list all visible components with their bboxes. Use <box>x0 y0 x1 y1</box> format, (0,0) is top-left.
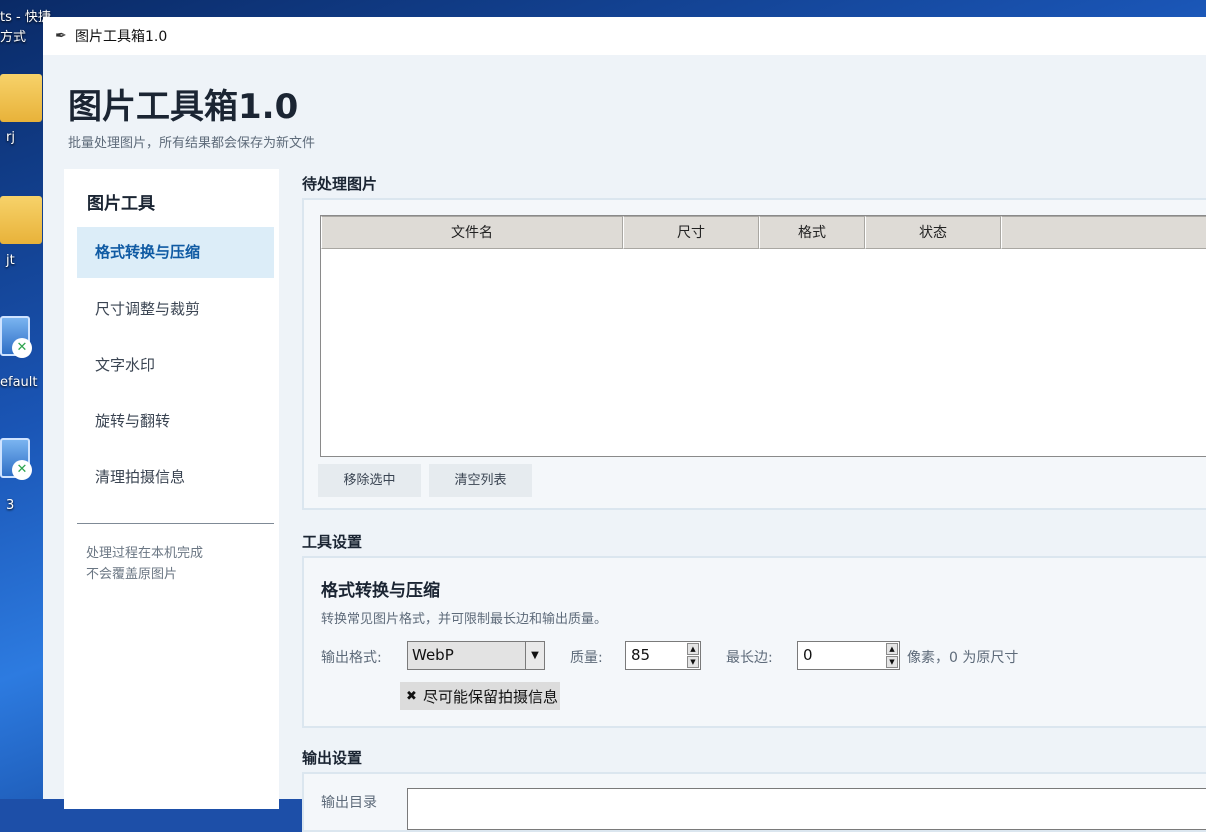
window-title: 图片工具箱1.0 <box>75 29 168 45</box>
sidebar-note: 处理过程在本机完成 不会覆盖原图片 <box>86 543 203 585</box>
quality-stepper[interactable]: 85 ▲ ▼ <box>625 641 701 670</box>
sidebar-divider <box>77 523 274 524</box>
tool-title: 格式转换与压缩 <box>321 581 440 601</box>
sidebar-note-line: 处理过程在本机完成 <box>86 546 204 561</box>
max-edge-stepper-buttons: ▲ ▼ <box>886 643 898 668</box>
sidebar-item-format-convert[interactable]: 格式转换与压缩 <box>77 227 274 278</box>
pending-section-label: 待处理图片 <box>302 175 378 193</box>
folder-icon[interactable] <box>0 74 42 122</box>
page-title: 图片工具箱1.0 <box>68 87 299 127</box>
app-content: 图片工具箱1.0 批量处理图片，所有结果都会保存为新文件 图片工具 格式转换与压… <box>43 55 1206 832</box>
sidebar-note-line: 不会覆盖原图片 <box>86 567 178 582</box>
increment-icon[interactable]: ▲ <box>886 643 898 655</box>
keep-exif-checkbox[interactable]: ✖ 尽可能保留拍摄信息 <box>400 682 560 710</box>
column-header-size[interactable]: 尺寸 <box>623 216 759 249</box>
output-dir-input[interactable] <box>407 788 1206 830</box>
increment-icon[interactable]: ▲ <box>687 643 699 655</box>
remote-badge-icon: ✕ <box>12 460 32 480</box>
sidebar-item-clear-exif[interactable]: 清理拍摄信息 <box>77 452 274 503</box>
desktop-icon-label: efault <box>0 375 38 390</box>
max-edge-stepper[interactable]: 0 ▲ ▼ <box>797 641 900 670</box>
remote-badge-icon: ✕ <box>12 338 32 358</box>
output-settings-section-label: 输出设置 <box>302 749 363 767</box>
remove-selected-button[interactable]: 移除选中 <box>318 464 421 497</box>
decrement-icon[interactable]: ▼ <box>886 656 898 668</box>
chevron-down-icon[interactable]: ▼ <box>525 642 544 669</box>
quality-value: 85 <box>631 646 651 664</box>
title-bar[interactable]: ✒ 图片工具箱1.0 <box>43 17 1206 55</box>
tool-description: 转换常见图片格式，并可限制最长边和输出质量。 <box>321 612 608 627</box>
output-dir-label: 输出目录 <box>321 795 377 811</box>
decrement-icon[interactable]: ▼ <box>687 656 699 668</box>
table-header: 文件名 尺寸 格式 状态 <box>321 216 1206 249</box>
column-header-status[interactable]: 状态 <box>865 216 1001 249</box>
desktop-icon-label: jt <box>6 253 15 268</box>
column-header-filename[interactable]: 文件名 <box>321 216 623 249</box>
max-edge-value: 0 <box>803 646 813 664</box>
remote-desktop-icon[interactable]: ✕ <box>0 316 32 358</box>
quality-label: 质量: <box>570 650 603 666</box>
format-label: 输出格式: <box>321 650 382 666</box>
sidebar: 图片工具 格式转换与压缩 尺寸调整与裁剪 文字水印 旋转与翻转 清理拍摄信息 处… <box>64 169 279 809</box>
output-settings-card: 输出目录 <box>302 772 1206 832</box>
desktop-shortcut-label-2: 方式 <box>0 30 27 45</box>
sidebar-item-text-watermark[interactable]: 文字水印 <box>77 340 274 391</box>
column-header-format[interactable]: 格式 <box>759 216 865 249</box>
format-select[interactable]: WebP ▼ <box>407 641 545 670</box>
page-subtitle: 批量处理图片，所有结果都会保存为新文件 <box>68 136 316 151</box>
sidebar-item-resize-crop[interactable]: 尺寸调整与裁剪 <box>77 284 274 335</box>
sidebar-item-rotate-flip[interactable]: 旋转与翻转 <box>77 396 274 447</box>
folder-icon[interactable] <box>0 196 42 244</box>
file-table[interactable]: 文件名 尺寸 格式 状态 <box>320 215 1206 457</box>
column-header-extra[interactable] <box>1001 216 1206 249</box>
tool-settings-card: 格式转换与压缩 转换常见图片格式，并可限制最长边和输出质量。 输出格式: Web… <box>302 556 1206 728</box>
keep-exif-label: 尽可能保留拍摄信息 <box>423 687 559 706</box>
clear-list-button[interactable]: 清空列表 <box>429 464 532 497</box>
checkbox-checked-icon[interactable]: ✖ <box>406 690 419 703</box>
max-edge-hint: 像素，0 为原尺寸 <box>907 650 1019 666</box>
tool-settings-section-label: 工具设置 <box>302 533 363 551</box>
app-window: ✒ 图片工具箱1.0 图片工具箱1.0 批量处理图片，所有结果都会保存为新文件 … <box>43 17 1206 832</box>
max-edge-label: 最长边: <box>726 650 773 666</box>
desktop-icon-label: rj <box>6 130 15 145</box>
desktop-icon-label: 3 <box>6 498 15 513</box>
sidebar-title: 图片工具 <box>87 194 155 214</box>
feather-icon: ✒ <box>55 28 67 44</box>
format-select-value: WebP <box>412 646 454 664</box>
pending-card: 文件名 尺寸 格式 状态 移除选中 清空列表 <box>302 198 1206 510</box>
remote-desktop-icon[interactable]: ✕ <box>0 438 32 480</box>
quality-stepper-buttons: ▲ ▼ <box>687 643 699 668</box>
